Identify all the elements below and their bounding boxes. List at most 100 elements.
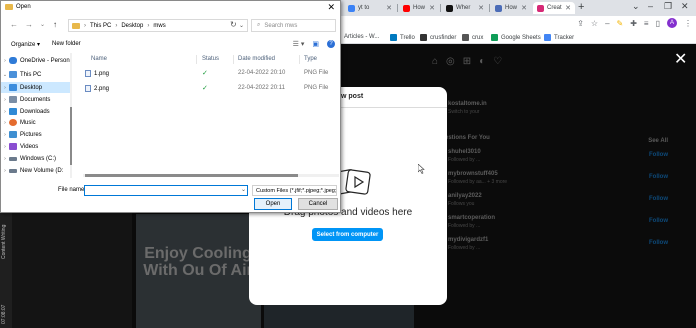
breadcrumb-item[interactable]: Desktop [121, 23, 143, 29]
menu-kebab-icon[interactable]: ⋮ [684, 19, 692, 28]
help-icon[interactable]: ? [327, 40, 335, 48]
breadcrumb-item[interactable]: mws [153, 23, 165, 29]
chevron-right-icon[interactable]: › [1, 85, 9, 91]
select-from-computer-button[interactable]: Select from computer [312, 228, 383, 241]
browser-tab[interactable]: Wher ✕ [442, 2, 488, 14]
bookmark-item[interactable]: Google Sheets [491, 34, 541, 41]
tree-item-videos[interactable]: › Videos [1, 141, 71, 152]
username[interactable]: shuhel3010 [448, 149, 481, 155]
file-name-input[interactable] [84, 185, 248, 196]
chevron-right-icon[interactable]: › [1, 120, 9, 126]
table-row[interactable]: 2.png ✓ 22-04-2022 20:11 PNG File [75, 83, 335, 95]
see-all-link[interactable]: See All [648, 138, 668, 144]
chevron-right-icon[interactable]: › [1, 97, 9, 103]
preview-pane-icon[interactable]: ▣ [312, 40, 319, 48]
username[interactable]: anilyay2022 [448, 193, 482, 199]
forward-arrow-icon[interactable]: → [25, 20, 33, 29]
browser-tab-active[interactable]: Creat ✕ [533, 2, 575, 14]
chevron-right-icon[interactable]: › [1, 156, 9, 162]
column-divider[interactable] [233, 55, 234, 64]
close-icon[interactable]: ✕ [327, 2, 335, 13]
bookmark-item[interactable]: Trello [390, 34, 415, 41]
bookmark-item[interactable]: Articles - W... [344, 34, 379, 40]
open-button[interactable]: Open [254, 198, 292, 210]
tree-item-onedrive[interactable]: › OneDrive - Person [1, 55, 71, 66]
tree-item-music[interactable]: › Music [1, 117, 71, 128]
search-input[interactable]: ⌕ Search mws [251, 19, 336, 32]
breadcrumb-item[interactable]: This PC [90, 23, 111, 29]
minimize-icon[interactable]: – [648, 1, 653, 11]
horizontal-scrollbar[interactable] [83, 174, 339, 177]
follow-button[interactable]: Follow [649, 152, 668, 158]
share-icon[interactable]: ⇪ [577, 19, 584, 28]
chevron-down-icon[interactable]: ⌄ [241, 186, 246, 193]
window-close-icon[interactable]: ✕ [681, 1, 689, 12]
tree-scrollbar[interactable] [70, 53, 72, 178]
close-icon[interactable]: ✕ [674, 52, 687, 68]
tree-item-windows-c[interactable]: › Windows (C:) [1, 153, 71, 164]
more-icon[interactable]: – [605, 19, 609, 28]
column-header-name[interactable]: Name [91, 56, 107, 62]
file-type-filter-select[interactable]: Custom Files (*.jfif;*.pjpeg;*.jpeg; ⌄ [252, 185, 337, 196]
chevron-right-icon[interactable]: › [1, 144, 9, 150]
up-arrow-icon[interactable]: ↑ [53, 20, 57, 29]
username[interactable]: smartcoperation [448, 215, 495, 221]
restore-icon[interactable]: ❐ [664, 1, 672, 12]
chevron-right-icon[interactable]: › [1, 132, 9, 138]
bookmark-item[interactable]: crux [462, 34, 483, 41]
username[interactable]: mybrownstuff405 [448, 171, 498, 177]
bookmark-star-icon[interactable]: ☆ [591, 19, 598, 28]
tree-item-downloads[interactable]: › Downloads [1, 106, 71, 117]
extension-pen-icon[interactable]: ✎ [617, 19, 624, 28]
chevron-down-icon[interactable]: ⌄ [1, 72, 9, 78]
back-arrow-icon[interactable]: ← [10, 20, 18, 29]
tree-item-pictures[interactable]: › Pictures [1, 129, 71, 140]
column-divider[interactable] [299, 55, 300, 64]
chevron-down-icon[interactable]: ⌄ [632, 1, 640, 12]
messenger-icon[interactable]: ◎ [446, 56, 455, 67]
follow-button[interactable]: Follow [649, 240, 668, 246]
username[interactable]: kostaltome.in [448, 101, 487, 107]
heart-icon[interactable]: ♡ [493, 56, 502, 67]
chevron-right-icon[interactable]: › [1, 109, 9, 115]
chevron-right-icon[interactable]: › [1, 168, 9, 174]
follow-button[interactable]: Follow [649, 196, 668, 202]
scrollbar-thumb[interactable] [70, 107, 72, 165]
tree-item-new-volume-d[interactable]: › New Volume (D: [1, 165, 71, 176]
column-divider[interactable] [196, 55, 197, 64]
follow-button[interactable]: Follow [649, 218, 668, 224]
explore-icon[interactable]: ◐ [479, 56, 485, 67]
tab-close-icon[interactable]: ✕ [429, 4, 435, 12]
new-post-icon[interactable]: ⊞ [463, 56, 471, 67]
scrollbar-thumb[interactable] [85, 174, 298, 177]
tree-item-this-pc[interactable]: ⌄ This PC [1, 69, 71, 80]
cancel-button[interactable]: Cancel [298, 198, 338, 210]
follow-button[interactable]: Follow [649, 174, 668, 180]
browser-tab[interactable]: How ✕ [491, 2, 531, 14]
new-tab-icon[interactable]: + [578, 1, 584, 13]
home-icon[interactable]: ⌂ [432, 56, 438, 67]
column-header-date[interactable]: Date modified [238, 56, 275, 62]
tree-item-documents[interactable]: › Documents [1, 94, 71, 105]
bookmark-item[interactable]: crusfinder [420, 34, 456, 41]
chevron-down-icon[interactable]: ⌄ [239, 22, 244, 29]
browser-tab[interactable]: How ✕ [399, 2, 439, 14]
tab-close-icon[interactable]: ✕ [478, 4, 484, 12]
chevron-down-icon[interactable]: ⌄ [40, 21, 45, 28]
organize-button[interactable]: Organize ▾ [11, 41, 40, 48]
new-folder-button[interactable]: New folder [52, 41, 81, 47]
profile-avatar[interactable]: A [667, 18, 677, 28]
bookmark-item[interactable]: Tracker [544, 34, 574, 41]
username[interactable]: mydivigardzf1 [448, 237, 488, 243]
sidebar-icon[interactable]: ▯ [656, 19, 660, 28]
table-row[interactable]: 1.png ✓ 22-04-2022 20:10 PNG File [75, 68, 335, 80]
refresh-icon[interactable]: ↻ [230, 20, 237, 29]
view-options-icon[interactable]: ☰ ▾ [293, 40, 305, 48]
tab-close-icon[interactable]: ✕ [386, 4, 392, 12]
tree-item-desktop[interactable]: › Desktop [1, 82, 71, 93]
tab-close-icon[interactable]: ✕ [521, 4, 527, 12]
extensions-puzzle-icon[interactable]: ✚ [630, 19, 637, 28]
chevron-right-icon[interactable]: › [1, 58, 9, 64]
column-header-type[interactable]: Type [304, 56, 317, 62]
reading-list-icon[interactable]: ≡ [644, 19, 649, 28]
